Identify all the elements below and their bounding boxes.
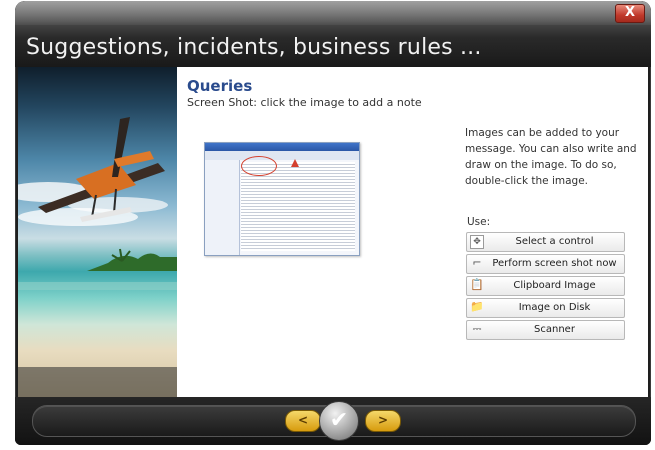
image-on-disk-label: Image on Disk [518, 302, 591, 313]
image-on-disk-button[interactable]: 📁 Image on Disk [466, 298, 625, 318]
previous-button[interactable]: < [285, 410, 321, 432]
dialog-window: Suggestions, incidents, business rules .… [15, 1, 651, 445]
ok-check-button[interactable]: ✔ [319, 401, 359, 441]
folder-icon: 📁 [470, 300, 484, 313]
select-control-button[interactable]: ✥ Select a control [466, 232, 625, 252]
main-panel: Queries Screen Shot: click the image to … [177, 67, 648, 397]
scanner-icon: ⎓ [472, 322, 482, 335]
select-control-label: Select a control [515, 236, 594, 247]
page-subtitle: Screen Shot: click the image to add a no… [187, 96, 422, 109]
thumbnail-toolbar [205, 151, 359, 160]
bottom-navigation-bar: < ✔ > [15, 397, 651, 445]
content-area: Queries Screen Shot: click the image to … [18, 67, 648, 397]
clipboard-image-label: Clipboard Image [513, 280, 596, 291]
title-bar: Suggestions, incidents, business rules .… [15, 1, 651, 67]
use-label: Use: [467, 216, 491, 228]
title-bar-sheen [15, 1, 651, 25]
window-title: Suggestions, incidents, business rules .… [26, 35, 482, 60]
target-icon: ✥ [470, 235, 484, 249]
instructions-text: Images can be added to your message. You… [465, 127, 637, 187]
seaplane-photo [18, 67, 177, 397]
seaplane-illustration [18, 117, 177, 397]
thumbnail-titlebar [205, 143, 359, 151]
perform-screenshot-button[interactable]: ⌐ Perform screen shot now [466, 254, 625, 274]
screenshot-thumbnail[interactable] [204, 142, 360, 256]
scanner-button[interactable]: ⎓ Scanner [466, 320, 625, 340]
clipboard-image-button[interactable]: 📋 Clipboard Image [466, 276, 625, 296]
clipboard-icon: 📋 [470, 278, 484, 291]
perform-screenshot-label: Perform screen shot now [492, 258, 617, 269]
page-title: Queries [187, 77, 253, 95]
annotation-circle [241, 156, 277, 176]
crop-icon: ⌐ [472, 256, 482, 269]
scanner-label: Scanner [534, 324, 575, 335]
thumbnail-sidebar [205, 160, 240, 255]
close-button[interactable]: X [615, 4, 645, 23]
next-button[interactable]: > [365, 410, 401, 432]
annotation-arrow-icon [291, 159, 299, 167]
